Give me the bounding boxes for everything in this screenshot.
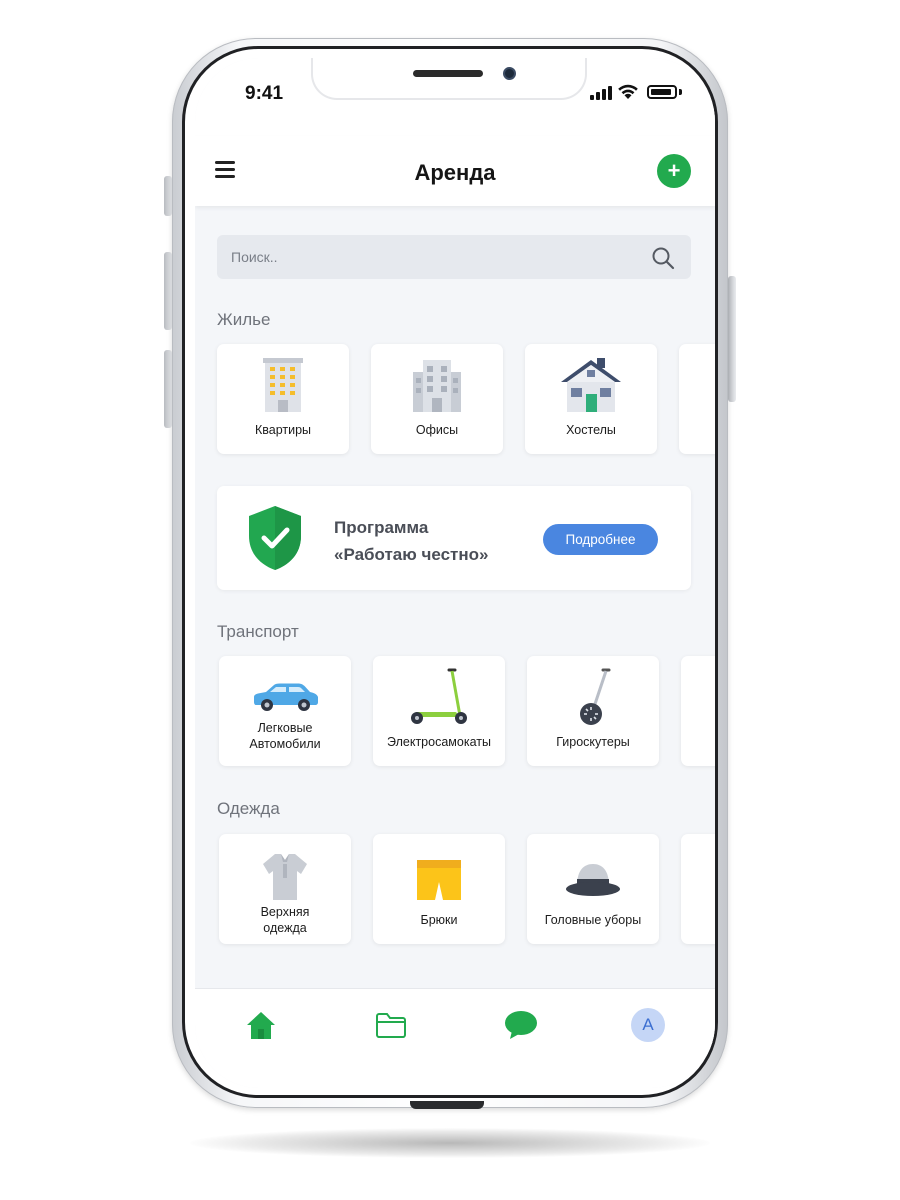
category-label: Хостелы bbox=[566, 423, 616, 437]
office-building-icon bbox=[413, 360, 461, 412]
category-label: Брюки bbox=[420, 913, 458, 927]
category-label-line1: Верхняя bbox=[260, 905, 310, 919]
category-card-segways[interactable]: Гироскутеры bbox=[527, 656, 659, 766]
category-label: Квартиры bbox=[254, 423, 312, 437]
shield-check-icon bbox=[249, 506, 301, 570]
apartment-building-icon bbox=[263, 358, 303, 412]
folder-icon[interactable] bbox=[375, 1012, 407, 1038]
phone-mute-switch bbox=[164, 176, 172, 216]
category-label: Офисы bbox=[415, 423, 459, 437]
category-card-hats[interactable]: Головные уборы bbox=[527, 834, 659, 944]
phone-screen: 9:41 Аренда + Жилье bbox=[195, 58, 715, 1088]
notch bbox=[311, 58, 587, 100]
page-title: Аренда bbox=[414, 160, 496, 185]
category-label: Электросамокаты bbox=[387, 735, 491, 749]
wifi-icon bbox=[618, 84, 638, 99]
shorts-icon bbox=[417, 860, 461, 900]
avatar[interactable]: A bbox=[631, 1008, 665, 1042]
category-card-partial[interactable] bbox=[681, 834, 715, 944]
scooter-icon bbox=[411, 668, 467, 724]
section-title-clothing: Одежда bbox=[217, 799, 280, 818]
segway-icon bbox=[580, 668, 611, 725]
battery-icon bbox=[647, 85, 677, 99]
category-label: Верхняя одежда bbox=[223, 904, 347, 936]
phone-power-button bbox=[728, 276, 736, 402]
status-time: 9:41 bbox=[245, 83, 284, 104]
hat-icon bbox=[566, 864, 620, 896]
phone-volume-up bbox=[164, 252, 172, 330]
program-title: Программа «Работаю честно» bbox=[334, 514, 489, 568]
add-button[interactable]: + bbox=[657, 154, 691, 188]
home-icon[interactable] bbox=[246, 1011, 276, 1039]
car-icon bbox=[254, 683, 318, 711]
phone-volume-down bbox=[164, 350, 172, 428]
category-label: Головные уборы bbox=[544, 913, 642, 927]
battery-cap bbox=[679, 89, 682, 95]
phone-shadow bbox=[190, 1128, 710, 1158]
status-bar: 9:41 bbox=[195, 58, 715, 136]
signal-icon bbox=[590, 86, 612, 100]
category-label-line2: Автомобили bbox=[249, 737, 321, 751]
category-card-apartments[interactable]: Квартиры bbox=[217, 344, 349, 454]
category-card-partial[interactable] bbox=[679, 344, 715, 454]
category-card-scooters[interactable]: Электросамокаты bbox=[373, 656, 505, 766]
category-card-hostels[interactable]: Хостелы bbox=[525, 344, 657, 454]
program-title-line2: «Работаю честно» bbox=[334, 545, 489, 564]
category-label: Гироскутеры bbox=[556, 735, 630, 749]
search-icon[interactable] bbox=[651, 246, 675, 270]
more-details-button[interactable]: Подробнее bbox=[543, 524, 658, 555]
phone-bottom-port bbox=[410, 1101, 484, 1109]
front-camera bbox=[503, 67, 516, 80]
category-card-pants[interactable]: Брюки bbox=[373, 834, 505, 944]
program-title-line1: Программа bbox=[334, 518, 429, 537]
category-label-line2: одежда bbox=[263, 921, 307, 935]
speaker bbox=[413, 70, 483, 77]
section-title-transport: Транспорт bbox=[217, 622, 299, 641]
category-card-cars[interactable]: Легковые Автомобили bbox=[219, 656, 351, 766]
shirt-icon bbox=[263, 854, 307, 900]
app-header: Аренда + bbox=[195, 136, 715, 206]
category-card-offices[interactable]: Офисы bbox=[371, 344, 503, 454]
search-input[interactable] bbox=[231, 235, 631, 279]
chat-icon[interactable] bbox=[504, 1010, 538, 1040]
category-card-partial[interactable] bbox=[681, 656, 715, 766]
category-card-outerwear[interactable]: Верхняя одежда bbox=[219, 834, 351, 944]
bottom-navigation: A bbox=[195, 988, 715, 1088]
section-title-housing: Жилье bbox=[217, 310, 271, 329]
category-label-line1: Легковые bbox=[257, 721, 313, 735]
category-label: Легковые Автомобили bbox=[223, 720, 347, 752]
house-icon bbox=[561, 358, 621, 412]
search-bar bbox=[217, 235, 691, 279]
program-banner: Программа «Работаю честно» Подробнее bbox=[217, 486, 691, 590]
